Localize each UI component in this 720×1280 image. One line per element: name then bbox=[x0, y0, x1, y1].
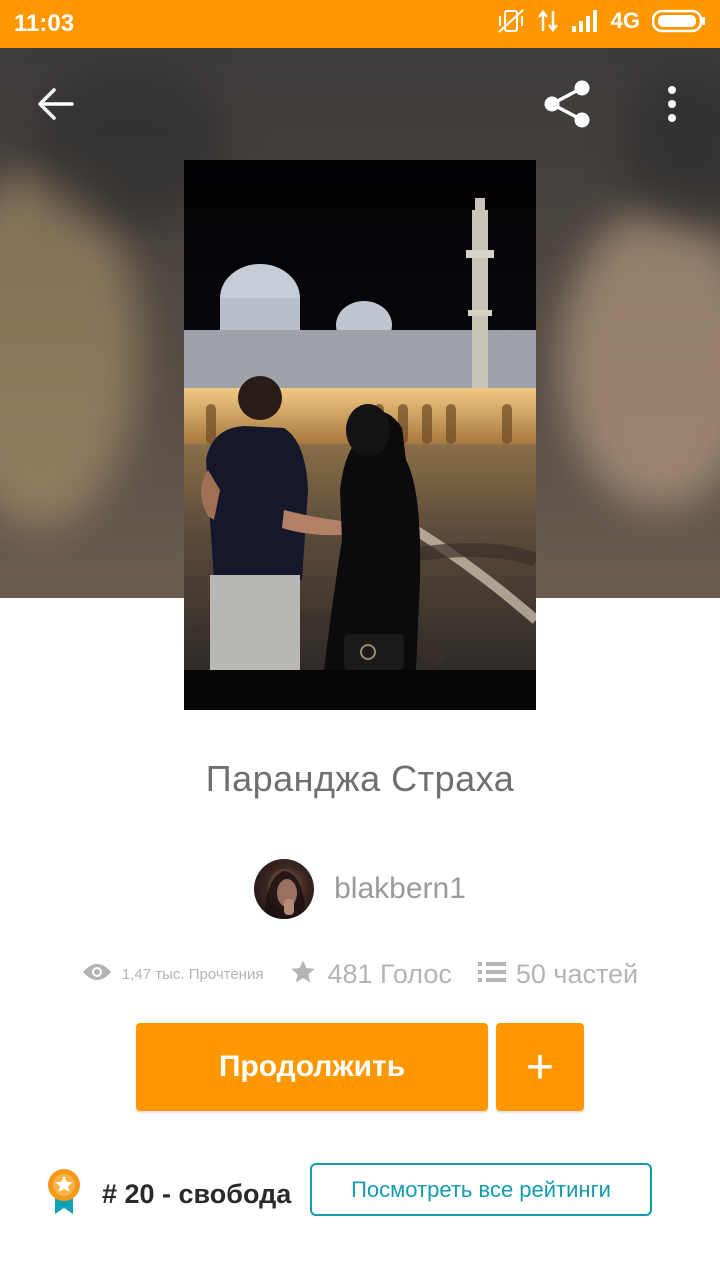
more-vert-icon bbox=[658, 86, 686, 128]
votes-count: 481 Голос bbox=[327, 958, 452, 989]
signal-icon bbox=[571, 9, 599, 33]
story-title: Паранджа Страха bbox=[205, 758, 515, 799]
ranking-badge-icon bbox=[46, 1168, 82, 1221]
status-icons: 4G bbox=[497, 8, 706, 34]
parts-stat: 50 частей bbox=[477, 958, 639, 990]
continue-reading-button[interactable]: Продолжить bbox=[136, 1023, 488, 1111]
vibrate-icon bbox=[497, 8, 525, 34]
votes-stat: 481 Голос bbox=[289, 958, 452, 991]
author-avatar[interactable] bbox=[254, 859, 315, 919]
status-time: 11:03 bbox=[14, 10, 75, 37]
more-options-button[interactable] bbox=[658, 84, 686, 129]
back-button[interactable] bbox=[36, 84, 76, 129]
back-arrow-icon bbox=[36, 88, 76, 128]
status-bar: 11:03 4G bbox=[0, 0, 720, 48]
battery-icon bbox=[652, 9, 706, 33]
reads-count: 1,47 тыс. Прочтения bbox=[121, 965, 264, 983]
star-icon bbox=[289, 958, 317, 991]
ranking-row: # 20 - свобода bbox=[46, 1166, 291, 1222]
share-icon bbox=[542, 80, 594, 134]
list-icon bbox=[477, 960, 506, 989]
author-name[interactable]: blakbern1 bbox=[334, 872, 466, 906]
network-label: 4G bbox=[610, 8, 640, 33]
add-to-library-button[interactable]: + bbox=[496, 1023, 584, 1111]
parts-count: 50 частей bbox=[515, 958, 639, 989]
data-arrows-icon bbox=[537, 9, 559, 33]
story-stats: 1,47 тыс. Прочтения 481 Голос 50 частей bbox=[0, 952, 720, 996]
share-button[interactable] bbox=[542, 78, 594, 135]
view-all-ratings-button[interactable]: Посмотреть все рейтинги bbox=[310, 1163, 652, 1216]
story-cover-image[interactable] bbox=[184, 160, 536, 710]
reads-stat: 1,47 тыс. Прочтения bbox=[82, 962, 264, 987]
eye-icon bbox=[82, 962, 112, 987]
plus-icon: + bbox=[525, 1040, 555, 1094]
author-row[interactable]: blakbern1 bbox=[0, 858, 720, 920]
ranking-label: # 20 - свобода bbox=[102, 1178, 292, 1209]
